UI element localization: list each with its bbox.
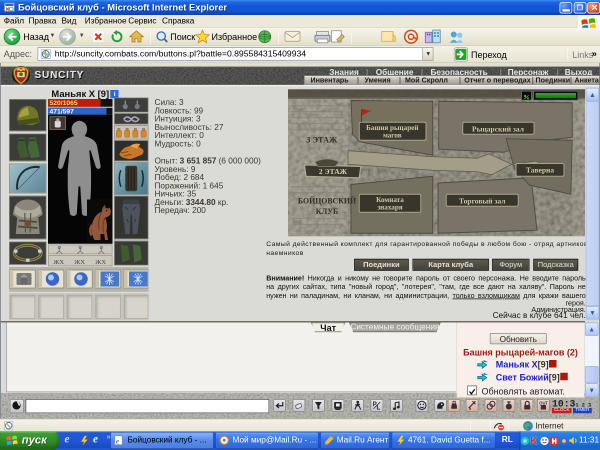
svg-text:Рыцарский зал: Рыцарский зал bbox=[472, 124, 525, 133]
svg-text:3 ЭТАЖ: 3 ЭТАЖ bbox=[306, 136, 338, 145]
svg-text:Торговый зал: Торговый зал bbox=[459, 196, 506, 205]
svg-text:БОЙЦОВСКИЙ: БОЙЦОВСКИЙ bbox=[298, 196, 356, 205]
svg-text:OUT: OUT bbox=[539, 400, 548, 405]
svg-text:знахаря: знахаря bbox=[377, 203, 402, 211]
svg-text:L: L bbox=[377, 406, 381, 412]
svg-text:магов: магов bbox=[383, 131, 402, 139]
svg-text:Таверна: Таверна bbox=[526, 166, 554, 175]
svg-text:КЛУБ: КЛУБ bbox=[316, 207, 339, 216]
svg-text:2 ЭТАЖ: 2 ЭТАЖ bbox=[319, 167, 348, 176]
